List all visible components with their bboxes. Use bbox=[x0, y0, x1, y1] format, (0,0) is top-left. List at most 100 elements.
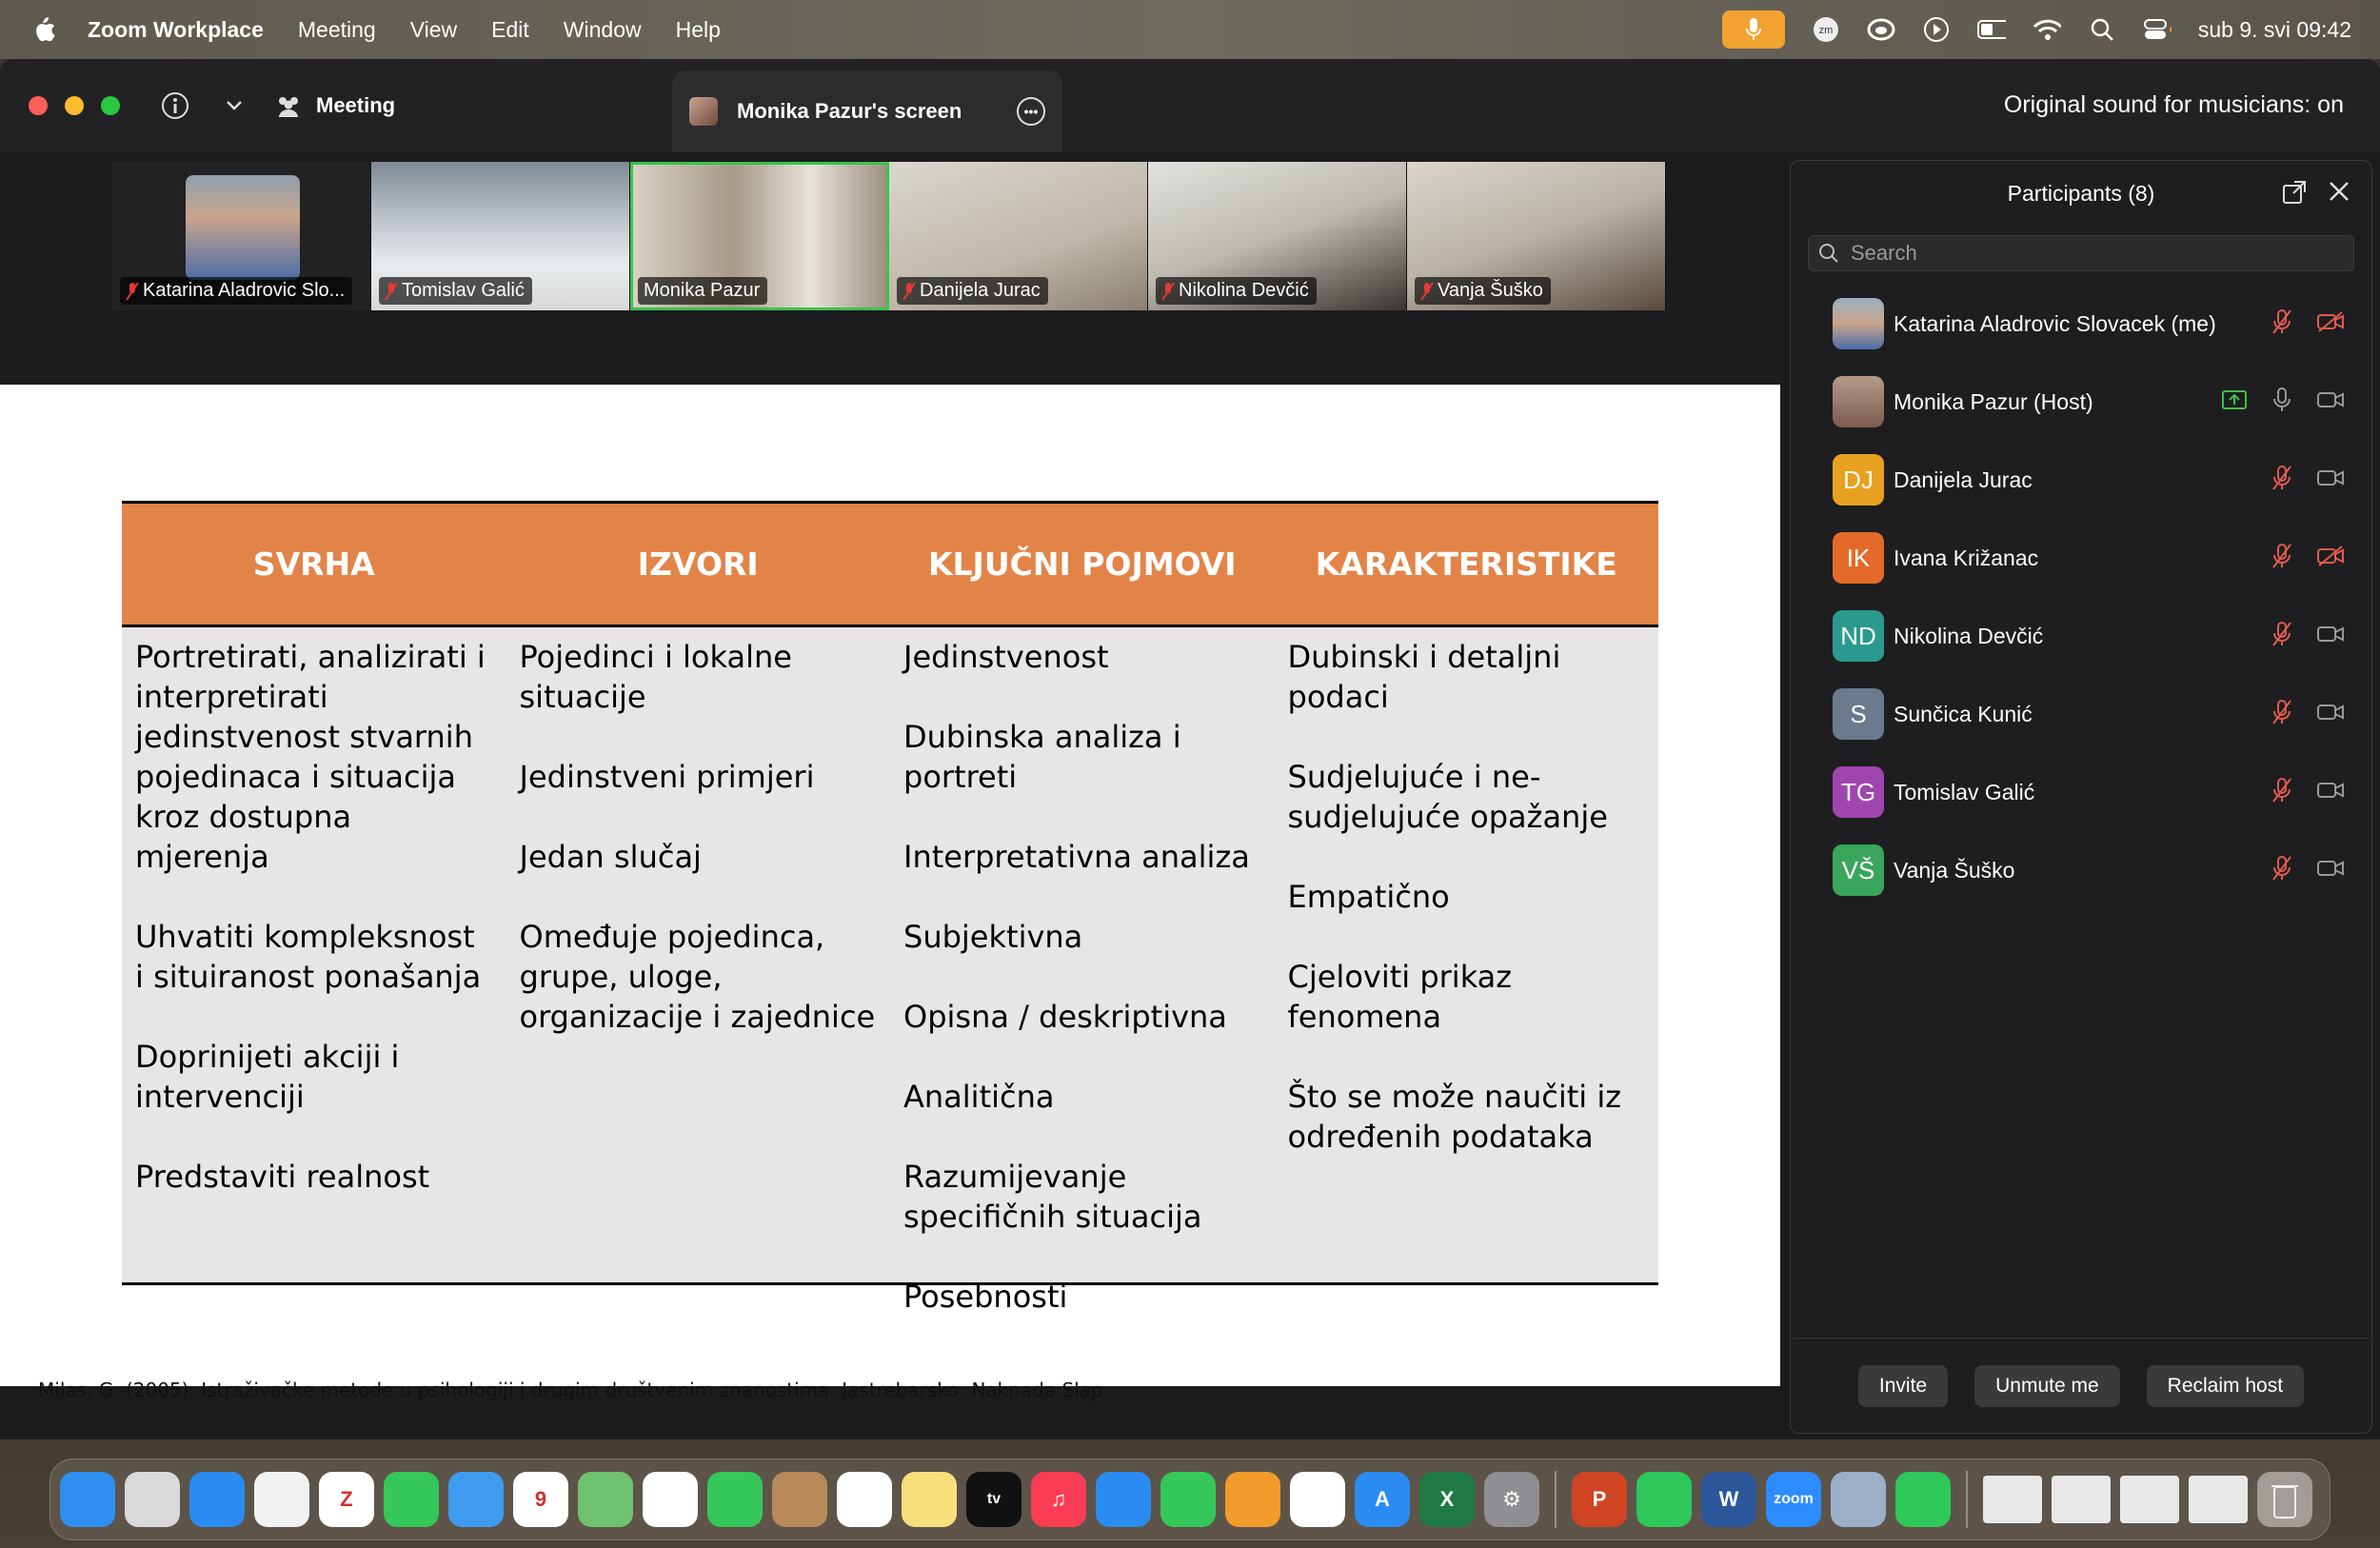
photos-icon[interactable] bbox=[643, 1472, 698, 1527]
muted-mic-icon[interactable] bbox=[2271, 543, 2293, 574]
minimized-window-thumbnail[interactable] bbox=[1983, 1476, 2042, 1523]
creative-cloud-icon[interactable] bbox=[1867, 15, 1895, 44]
zoom-status-icon[interactable]: zm bbox=[1812, 15, 1840, 44]
slide-cell-text: Analitična bbox=[903, 1079, 1055, 1115]
info-icon[interactable] bbox=[160, 90, 190, 121]
muted-mic-icon[interactable] bbox=[2271, 855, 2293, 886]
video-icon[interactable] bbox=[2316, 702, 2345, 727]
facetime-icon[interactable] bbox=[707, 1472, 763, 1527]
minimized-window-thumbnail[interactable] bbox=[2189, 1476, 2248, 1523]
messages-icon[interactable] bbox=[384, 1472, 439, 1527]
video-tile[interactable]: Katarina Aladrovic Slo... bbox=[112, 162, 371, 310]
participant-row[interactable]: DJ Danijela Jurac bbox=[1791, 441, 2371, 519]
slide-cell-text: Opisna / deskriptivna bbox=[903, 999, 1227, 1035]
search-icon[interactable] bbox=[2088, 15, 2116, 44]
notes-icon[interactable] bbox=[902, 1472, 957, 1527]
muted-mic-icon[interactable] bbox=[2271, 777, 2293, 808]
video-tile-active-speaker[interactable]: Monika Pazur bbox=[630, 162, 889, 310]
menu-window[interactable]: Window bbox=[564, 17, 642, 43]
participants-search-input[interactable]: Search bbox=[1808, 235, 2354, 271]
muted-mic-icon[interactable] bbox=[2271, 465, 2293, 496]
mic-icon[interactable] bbox=[2271, 387, 2293, 418]
whatsapp-icon[interactable] bbox=[1636, 1472, 1692, 1527]
slide-table-header: SVRHA IZVORI KLJUČNI POJMOVI KARAKTERIST… bbox=[122, 504, 1658, 627]
freeform-icon[interactable] bbox=[1290, 1472, 1345, 1527]
meeting-tab[interactable]: Meeting bbox=[274, 93, 395, 118]
video-icon[interactable] bbox=[2316, 858, 2345, 883]
shared-screen-tab[interactable]: Monika Pazur's screen ••• bbox=[672, 70, 1062, 152]
close-icon[interactable] bbox=[2328, 180, 2350, 203]
music-icon[interactable]: ♫ bbox=[1031, 1472, 1086, 1527]
settings-icon[interactable]: ⚙ bbox=[1484, 1472, 1539, 1527]
minimized-window-thumbnail[interactable] bbox=[2120, 1476, 2179, 1523]
zotero-icon[interactable]: Z bbox=[319, 1472, 374, 1527]
video-tile[interactable]: Nikolina Devčić bbox=[1148, 162, 1407, 310]
calendar-icon[interactable]: 9 bbox=[513, 1472, 568, 1527]
word-icon[interactable]: W bbox=[1701, 1472, 1756, 1527]
video-tile[interactable]: Danijela Jurac bbox=[889, 162, 1148, 310]
fullscreen-window-button[interactable] bbox=[101, 96, 120, 115]
unmute-me-button[interactable]: Unmute me bbox=[1974, 1364, 2120, 1407]
participant-row[interactable]: VŠ Vanja Šuško bbox=[1791, 831, 2371, 909]
battery-icon[interactable] bbox=[1976, 15, 2006, 44]
maps-icon[interactable] bbox=[578, 1472, 633, 1527]
close-window-button[interactable] bbox=[29, 96, 48, 115]
menu-app-name[interactable]: Zoom Workplace bbox=[88, 17, 264, 43]
video-tile[interactable]: Vanja Šuško bbox=[1407, 162, 1666, 310]
menu-view[interactable]: View bbox=[410, 17, 457, 43]
preview-icon[interactable] bbox=[1831, 1472, 1886, 1527]
trash-icon[interactable] bbox=[2257, 1472, 2312, 1527]
participant-row[interactable]: IK Ivana Križanac bbox=[1791, 519, 2371, 597]
pop-out-icon[interactable] bbox=[2282, 180, 2307, 205]
chevron-down-icon[interactable] bbox=[219, 90, 249, 121]
chrome-icon[interactable] bbox=[254, 1472, 309, 1527]
menu-help[interactable]: Help bbox=[676, 17, 721, 43]
shared-screen-content[interactable]: SVRHA IZVORI KLJUČNI POJMOVI KARAKTERIST… bbox=[0, 385, 1780, 1401]
appletv-icon[interactable]: tv bbox=[966, 1472, 1021, 1527]
menu-meeting[interactable]: Meeting bbox=[298, 17, 376, 43]
muted-mic-icon[interactable] bbox=[2271, 308, 2293, 340]
pages-icon[interactable] bbox=[1225, 1472, 1280, 1527]
avatar bbox=[689, 97, 718, 126]
more-options-icon[interactable]: ••• bbox=[1017, 97, 1045, 126]
apple-icon[interactable] bbox=[29, 14, 57, 45]
menu-edit[interactable]: Edit bbox=[491, 17, 529, 43]
video-icon[interactable] bbox=[2316, 624, 2345, 649]
play-icon[interactable] bbox=[1922, 15, 1951, 44]
participant-row[interactable]: ND Nikolina Devčić bbox=[1791, 597, 2371, 675]
safari-icon[interactable] bbox=[189, 1472, 245, 1527]
minimized-window-thumbnail[interactable] bbox=[2052, 1476, 2111, 1523]
control-center-icon[interactable] bbox=[2143, 15, 2172, 44]
video-off-icon[interactable] bbox=[2316, 310, 2345, 337]
finder-icon[interactable] bbox=[60, 1472, 115, 1527]
video-off-icon[interactable] bbox=[2316, 545, 2345, 571]
participant-row[interactable]: Monika Pazur (Host) bbox=[1791, 363, 2371, 441]
participant-row[interactable]: Katarina Aladrovic Slovacek (me) bbox=[1791, 285, 2371, 363]
video-icon[interactable] bbox=[2316, 389, 2345, 415]
video-name-label: Katarina Aladrovic Slo... bbox=[120, 277, 353, 305]
excel-icon[interactable]: X bbox=[1419, 1472, 1475, 1527]
muted-mic-icon[interactable] bbox=[2271, 621, 2293, 652]
wifi-icon[interactable] bbox=[2033, 15, 2061, 44]
muted-mic-icon[interactable] bbox=[2271, 699, 2293, 730]
participant-row[interactable]: TG Tomislav Galić bbox=[1791, 753, 2371, 831]
menu-clock[interactable]: sub 9. svi 09:42 bbox=[2198, 17, 2351, 43]
invite-button[interactable]: Invite bbox=[1857, 1364, 1949, 1407]
video-tile[interactable]: Tomislav Galić bbox=[371, 162, 630, 310]
powerpoint-icon[interactable]: P bbox=[1572, 1472, 1627, 1527]
microphone-in-use-icon[interactable] bbox=[1721, 10, 1785, 49]
participant-row[interactable]: S Sunčica Kunić bbox=[1791, 675, 2371, 753]
whatsapp-2-icon[interactable] bbox=[1895, 1472, 1951, 1527]
launchpad-icon[interactable] bbox=[125, 1472, 180, 1527]
reminders-icon[interactable] bbox=[837, 1472, 892, 1527]
minimize-window-button[interactable] bbox=[65, 96, 84, 115]
video-icon[interactable] bbox=[2316, 780, 2345, 805]
contacts-icon[interactable] bbox=[772, 1472, 827, 1527]
zoom-icon[interactable]: zoom bbox=[1766, 1472, 1821, 1527]
keynote-icon[interactable] bbox=[1096, 1472, 1151, 1527]
appstore-icon[interactable]: A bbox=[1355, 1472, 1410, 1527]
video-icon[interactable] bbox=[2316, 467, 2345, 493]
reclaim-host-button[interactable]: Reclaim host bbox=[2146, 1364, 2305, 1407]
mail-icon[interactable] bbox=[448, 1472, 504, 1527]
numbers-icon[interactable] bbox=[1160, 1472, 1216, 1527]
